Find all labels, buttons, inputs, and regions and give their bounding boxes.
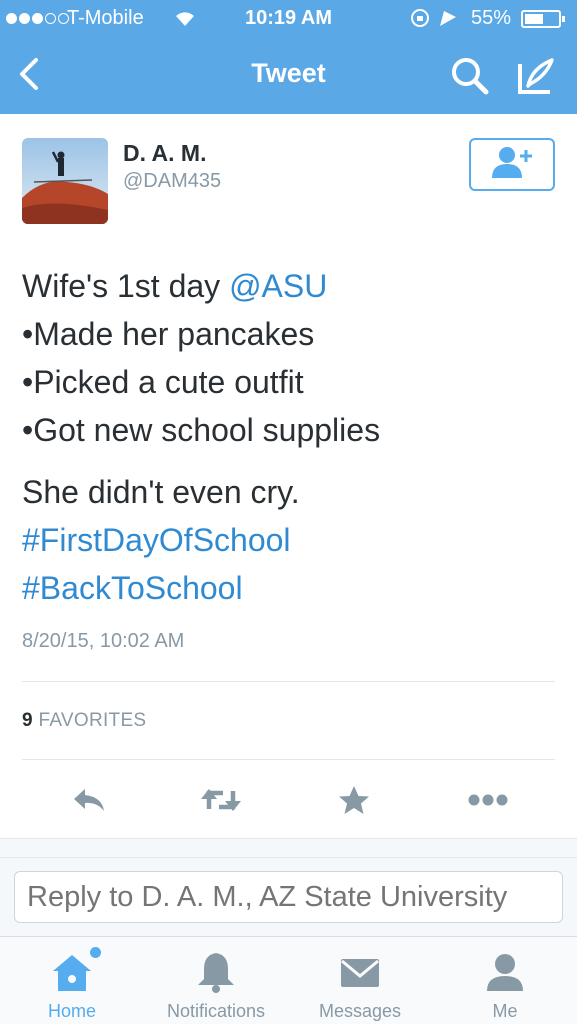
mention-link[interactable]: @ASU	[229, 268, 327, 304]
bullet-line: •Got new school supplies	[22, 412, 381, 448]
tab-label: Home	[47, 1001, 96, 1021]
rotation-lock-icon	[410, 7, 462, 35]
tab-notifications[interactable]: Notifications	[156, 937, 276, 1024]
tweet-timestamp: 8/20/15, 10:02 AM	[22, 630, 185, 652]
bullet-line: •Picked a cute outfit	[22, 364, 304, 400]
battery-nub	[562, 16, 565, 22]
tweet-line-text: Wife's 1st day	[22, 268, 230, 304]
author-handle[interactable]: @DAM435	[123, 170, 221, 193]
divider	[22, 759, 555, 760]
follow-button[interactable]	[469, 138, 555, 191]
divider	[22, 681, 555, 682]
tab-label: Me	[492, 1001, 518, 1021]
favorite-star-icon[interactable]	[332, 780, 376, 820]
favorites-count[interactable]: 9 FAVORITES	[22, 710, 146, 732]
tweet-paragraph: Wife's 1st day @ASU •Made her pancakes •…	[22, 262, 562, 454]
add-user-icon	[490, 144, 534, 185]
divider	[0, 857, 577, 858]
bullet-line: •Made her pancakes	[22, 316, 315, 352]
search-icon[interactable]	[448, 54, 492, 98]
compose-icon[interactable]	[514, 54, 558, 98]
tab-home[interactable]: Home	[36, 937, 108, 1024]
avatar[interactable]	[22, 138, 108, 224]
tab-label: Notifications	[166, 1001, 266, 1021]
favorites-number: 9	[22, 710, 33, 731]
tab-messages[interactable]: Messages	[310, 937, 410, 1024]
tweet-line: She didn't even cry.	[22, 474, 300, 510]
bell-icon	[193, 949, 239, 995]
reply-area	[0, 838, 577, 936]
tab-bar: Home Notifications Messages Me	[0, 936, 577, 1024]
tweet-text: Wife's 1st day @ASU •Made her pancakes •…	[22, 262, 562, 612]
more-icon[interactable]	[466, 780, 510, 820]
new-content-dot	[90, 947, 101, 958]
retweet-icon[interactable]	[199, 780, 243, 820]
person-icon	[482, 949, 528, 995]
reply-input[interactable]	[14, 871, 563, 923]
tab-label: Messages	[318, 1001, 402, 1021]
home-icon	[49, 947, 101, 995]
tweet-paragraph: She didn't even cry. #FirstDayOfSchool #…	[22, 468, 562, 612]
battery-percent: 55%	[471, 7, 512, 29]
hashtag-link[interactable]: #BackToSchool	[22, 564, 562, 612]
favorites-label: FAVORITES	[38, 710, 147, 731]
status-bar: T-Mobile 10:19 AM 55%	[0, 0, 577, 38]
hashtag-link[interactable]: #FirstDayOfSchool	[22, 516, 562, 564]
author-name[interactable]: D. A. M.	[123, 140, 206, 167]
tab-me[interactable]: Me	[470, 937, 540, 1024]
battery-icon	[521, 10, 565, 28]
tweet-line: Wife's 1st day @ASU	[22, 262, 562, 310]
reply-icon[interactable]	[67, 780, 111, 820]
battery-fill	[525, 14, 543, 24]
envelope-icon	[337, 949, 383, 995]
top-bar: T-Mobile 10:19 AM 55% Tweet	[0, 0, 577, 114]
